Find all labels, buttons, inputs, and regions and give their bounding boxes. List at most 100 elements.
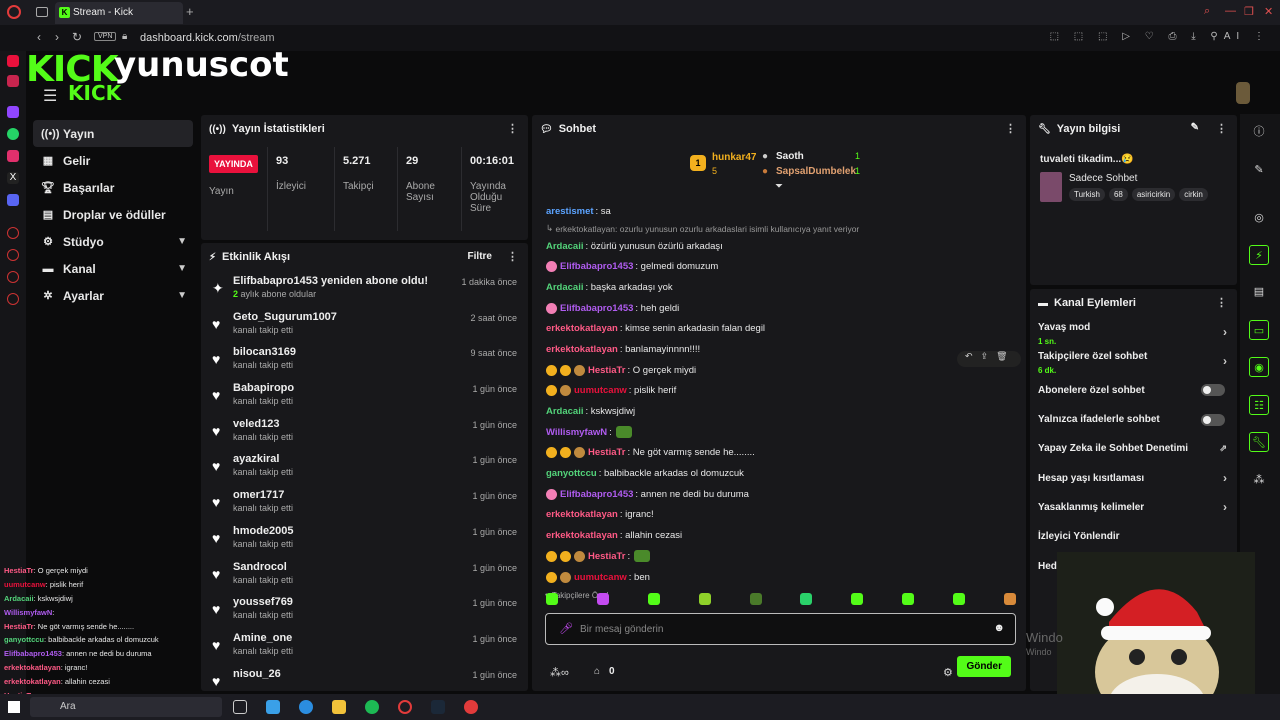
message-actions[interactable]: ↶⇪🗑︎ <box>957 351 1021 367</box>
subscribers-only-toggle[interactable] <box>1201 384 1225 397</box>
chat-message[interactable]: HestiaTr: Ne göt varmış sende he........ <box>532 443 1026 464</box>
activity-item[interactable]: ♥ youssef769 kanalı takip etti 1 gün önce <box>201 592 528 628</box>
vpn-badge[interactable]: VPN <box>94 32 117 41</box>
spotify-icon[interactable] <box>365 700 379 714</box>
chat-username[interactable]: Ardacaii <box>546 241 584 252</box>
chat-settings-icon[interactable]: ⚙ <box>943 666 953 679</box>
reload-button[interactable]: ↻ <box>72 30 82 44</box>
emote-icon[interactable] <box>749 593 762 605</box>
tag[interactable]: Turkish <box>1069 188 1105 201</box>
emote-icon[interactable] <box>647 593 660 605</box>
chat-username[interactable]: HestiaTr <box>588 365 626 376</box>
sidebar-item-droplar[interactable]: ▤ Droplar ve ödüller <box>33 201 193 228</box>
instagram-icon[interactable] <box>7 150 19 162</box>
points-icon[interactable]: ⁂∞ <box>550 666 569 679</box>
opera-logo-icon[interactable] <box>7 5 21 19</box>
account-age-setting[interactable]: Hesap yaşı kısıtlaması › <box>1030 463 1237 492</box>
browser-tab[interactable]: KStream - Kick Dashboard <box>55 2 183 40</box>
discord-icon[interactable] <box>7 194 19 206</box>
chat-username[interactable]: HestiaTr <box>588 447 626 458</box>
activity-item[interactable]: ♥ omer1717 kanalı takip etti 1 gün önce <box>201 485 528 521</box>
ai-moderation-setting[interactable]: Yapay Zeka ile Sohbet Denetimi ⇗ <box>1030 434 1237 463</box>
bolt-icon[interactable]: ⚡︎ <box>1249 245 1269 265</box>
taskbar-search[interactable]: Ara <box>30 697 222 717</box>
layout-icon[interactable]: ☷ <box>1249 395 1269 415</box>
more-options-icon[interactable]: ⋮ <box>507 250 518 263</box>
chat-message[interactable]: Elifbabapro1453: gelmedi domuzum <box>532 256 1026 277</box>
sidebar-app-icon[interactable] <box>7 55 19 67</box>
emote-icon[interactable] <box>596 593 609 605</box>
chat-username[interactable]: Elifbabapro1453 <box>560 489 633 500</box>
broadcast-icon[interactable]: ◉ <box>1249 357 1269 377</box>
activity-item[interactable]: ♥ Babapiropo kanalı takip etti 1 gün önce <box>201 378 528 414</box>
activity-item[interactable]: ♥ bilocan3169 kanalı takip etti 9 saat önce <box>201 342 528 378</box>
chat-message[interactable]: erkektokatlayan: banlamayinnnn!!!! <box>532 339 1026 360</box>
tag[interactable]: asiricirkin <box>1131 188 1176 201</box>
camera-icon[interactable]: ◎ <box>1249 208 1269 228</box>
leaderboard-name[interactable]: hunkar47 <box>712 152 756 163</box>
emote-icon[interactable] <box>1003 593 1016 605</box>
activity-item[interactable]: ♥ Amine_one kanalı takip etti 1 gün önce <box>201 628 528 664</box>
chat-message[interactable]: uumutcanw: ben <box>532 567 1026 588</box>
chat-username[interactable]: erkektokatlayan <box>546 323 618 334</box>
connections-icon[interactable]: ⁂ <box>1249 470 1269 490</box>
windows-start-icon[interactable] <box>8 701 20 713</box>
chat-message[interactable]: Ardacaii: özürlü yunusun özürlü arkadaşı <box>532 236 1026 257</box>
slow-mode-setting[interactable]: Yavaş mod 1 sn. › <box>1030 317 1237 346</box>
edit-icon[interactable]: ✎ <box>1249 160 1269 180</box>
collapse-icon[interactable]: ⏷ <box>775 181 783 192</box>
chat-username[interactable]: Ardacaii <box>546 406 584 417</box>
app-icon[interactable] <box>464 700 478 714</box>
chat-username[interactable]: erkektokatlayan <box>546 509 618 520</box>
chat-username[interactable]: ganyottccu <box>546 468 597 479</box>
chat-message[interactable]: HestiaTr: <box>532 546 1026 567</box>
chat-message[interactable]: ganyottccu: balbibackle arkadas ol domuz… <box>532 463 1026 484</box>
explorer-icon[interactable] <box>332 700 346 714</box>
chat-message[interactable]: Ardacaii: başka arkadaşı yok <box>532 277 1026 298</box>
chat-message[interactable]: Elifbabapro1453: annen ne dedi bu duruma <box>532 484 1026 505</box>
tag[interactable]: cirkin <box>1179 188 1208 201</box>
chat-message[interactable]: erkektokatlayan: kimse senin arkadasin f… <box>532 318 1026 339</box>
followers-only-setting[interactable]: Takipçilere özel sohbet 6 dk. › <box>1030 346 1237 375</box>
chat-username[interactable]: Elifbabapro1453 <box>560 303 633 314</box>
leaderboard-name[interactable]: Saoth <box>776 151 804 162</box>
chat-input[interactable]: Bir mesaj gönderin 🎤︎ ☻ <box>545 613 1016 645</box>
emote-icon[interactable] <box>902 593 915 605</box>
wrench-icon[interactable]: 🔧︎ <box>1249 432 1269 452</box>
emote-icon[interactable] <box>698 593 711 605</box>
maximize-button[interactable]: ❐ <box>1244 5 1254 18</box>
category-name[interactable]: Sadece Sohbet <box>1069 173 1137 184</box>
microphone-icon[interactable]: 🎤︎ <box>559 622 573 635</box>
tab-menu-icon[interactable] <box>36 7 48 17</box>
chat-username[interactable]: HestiaTr <box>588 551 626 562</box>
chat-username[interactable]: WillismyfawN <box>546 427 607 438</box>
activity-item[interactable]: ♥ hmode2005 kanalı takip etti 1 gün önce <box>201 521 528 557</box>
minimize-button[interactable]: — <box>1225 5 1236 17</box>
chat-icon[interactable]: ▭ <box>1249 320 1269 340</box>
chat-username[interactable]: Ardacaii <box>546 282 584 293</box>
tag[interactable]: 68 <box>1108 188 1128 201</box>
emote-icon[interactable] <box>851 593 864 605</box>
menu-icon[interactable]: ☰ <box>43 86 57 106</box>
more-options-icon[interactable]: ⋮ <box>1216 122 1227 135</box>
activity-item[interactable]: ✦ Elifbabapro1453 yeniden abone oldu! 2 ay… <box>201 271 528 307</box>
more-options-icon[interactable]: ⋮ <box>1005 122 1016 135</box>
sidebar-app-icon[interactable] <box>7 75 19 87</box>
chat-username[interactable]: arestismet <box>546 206 594 217</box>
emote-icon[interactable] <box>546 593 558 605</box>
activity-item[interactable]: ♥ nisou_26 1 gün önce <box>201 664 528 691</box>
browser-toolbar-icons[interactable]: ⬚ ⬚ ⬚ ▷ ♡ ⎙ ⤓ ⚲AI ⋮ <box>1050 31 1270 42</box>
sidebar-item-basarilar[interactable]: 🏆︎ Başarılar <box>33 174 193 201</box>
weather-icon[interactable] <box>266 700 280 714</box>
sidebar-app-icon[interactable] <box>7 227 19 239</box>
twitch-icon[interactable] <box>7 106 19 118</box>
banned-words-setting[interactable]: Yasaklanmış kelimeler › <box>1030 493 1237 522</box>
redirect-viewers-setting[interactable]: İzleyici Yönlendir <box>1030 522 1237 551</box>
chat-username[interactable]: uumutcanw <box>574 572 627 583</box>
x-icon[interactable]: X <box>7 172 19 184</box>
chat-message[interactable]: Elifbabapro1453: heh geldi <box>532 298 1026 319</box>
settings-icon[interactable] <box>7 293 19 305</box>
activity-item[interactable]: ♥ veled123 kanalı takip etti 1 gün önce <box>201 414 528 450</box>
chat-message[interactable]: arestismet: sa <box>532 201 1026 222</box>
filter-button[interactable]: Filtre <box>468 251 492 262</box>
